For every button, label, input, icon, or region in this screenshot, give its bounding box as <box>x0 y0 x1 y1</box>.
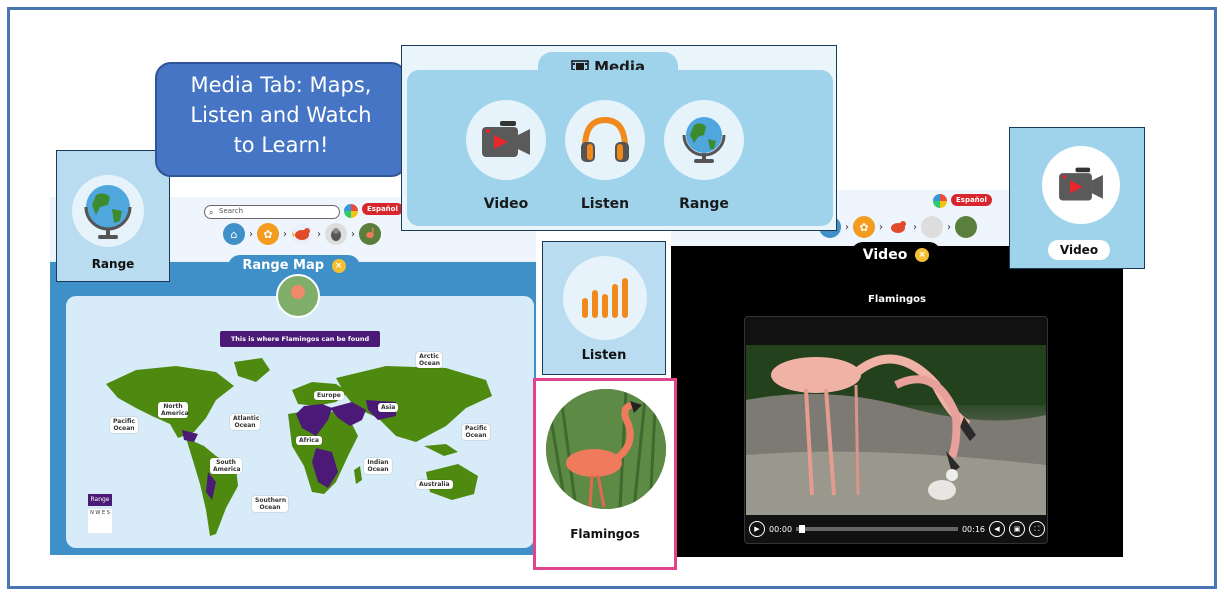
audio-bars-icon <box>563 256 647 340</box>
media-listen-button[interactable]: Listen <box>563 100 647 212</box>
chevron-right-icon: › <box>845 221 849 233</box>
language-button[interactable]: Español <box>951 194 992 206</box>
media-video-label: Video <box>483 196 529 212</box>
time-current: 00:00 <box>769 524 793 534</box>
label-atlantic-ocean: Atlantic Ocean <box>230 414 260 430</box>
chevron-right-icon: › <box>913 221 917 233</box>
media-range-button[interactable]: Range <box>662 100 746 212</box>
picture-in-picture-icon[interactable]: ▣ <box>1009 521 1025 537</box>
range-tile[interactable]: Range <box>56 150 170 282</box>
chevron-right-icon: › <box>351 228 355 240</box>
audio-bar <box>612 284 618 318</box>
label-australia: Australia <box>416 480 453 489</box>
fullscreen-icon[interactable]: ⛶ <box>1029 521 1045 537</box>
compass-letters: N W E S <box>90 510 110 516</box>
chevron-right-icon: › <box>283 228 287 240</box>
chevron-right-icon: › <box>879 221 883 233</box>
audio-bar <box>622 278 628 318</box>
tab-label: Video <box>862 247 908 263</box>
globe-icon <box>664 100 744 180</box>
label-africa: Africa <box>296 436 322 445</box>
home-icon[interactable]: ⌂ <box>223 223 245 245</box>
label-europe: Europe <box>314 391 344 400</box>
bird-category-icon[interactable] <box>887 216 909 238</box>
label-south-america: South America <box>210 458 242 474</box>
progress-bar[interactable] <box>796 525 958 533</box>
label-north-america: North America <box>158 402 189 418</box>
flamingo-avatar <box>276 274 320 318</box>
tab-video[interactable]: Video × <box>851 242 941 268</box>
media-listen-label: Listen <box>580 196 630 212</box>
callout-line-2: Listen and Watch <box>190 103 372 127</box>
tab-label: Range Map <box>242 258 325 273</box>
range-tile-label: Range <box>91 257 135 271</box>
callout-bubble: Media Tab: Maps, Listen and Watch to Lea… <box>155 62 407 177</box>
breadcrumb: ⌂ › ✿ › › › <box>223 223 381 245</box>
animal-thumb-icon[interactable] <box>921 216 943 238</box>
audio-bar <box>592 290 598 318</box>
label-arctic-ocean: Arctic Ocean <box>416 352 442 368</box>
range-banner: This is where Flamingos can be found <box>220 331 380 347</box>
callout-line-3: to Learn! <box>233 133 329 157</box>
audio-bar <box>582 298 588 318</box>
media-popup: Media Video Listen Range <box>401 45 837 231</box>
language-button[interactable]: Español <box>362 203 403 215</box>
video-tile-label: Video <box>1048 240 1110 260</box>
label-pacific-ocean-east: Pacific Ocean <box>462 424 490 440</box>
video-title: Flamingos <box>868 294 926 305</box>
video-camera-icon <box>466 100 546 180</box>
label-indian-ocean: Indian Ocean <box>364 458 392 474</box>
breadcrumb: › ✿ › › › <box>819 216 977 238</box>
search-input[interactable]: ⌕ Search <box>204 205 340 219</box>
listen-tile[interactable]: Listen <box>542 241 666 375</box>
media-range-label: Range <box>679 196 729 212</box>
globe-icon <box>72 175 144 247</box>
profile-avatar[interactable] <box>344 204 358 218</box>
flamingo-thumb-icon[interactable] <box>359 223 381 245</box>
label-pacific-ocean-west: Pacific Ocean <box>110 417 138 433</box>
bird-category-icon[interactable] <box>291 223 313 245</box>
chevron-right-icon: › <box>317 228 321 240</box>
audio-bar <box>602 294 608 318</box>
chevron-right-icon: › <box>249 228 253 240</box>
time-total: 00:16 <box>961 524 985 534</box>
flamingo-thumb-icon[interactable] <box>955 216 977 238</box>
play-icon[interactable]: ▶ <box>749 521 765 537</box>
profile-avatar[interactable] <box>933 194 947 208</box>
flamingo-card-label: Flamingos <box>570 527 640 541</box>
paw-icon[interactable]: ✿ <box>853 216 875 238</box>
video-player[interactable]: ▶ 00:00 00:16 ◀ ▣ ⛶ <box>744 316 1048 544</box>
flamingo-photo <box>546 389 666 509</box>
paw-icon[interactable]: ✿ <box>257 223 279 245</box>
video-tile[interactable]: Video <box>1009 127 1145 269</box>
chevron-right-icon: › <box>947 221 951 233</box>
label-southern-ocean: Southern Ocean <box>252 496 288 512</box>
progress-handle[interactable] <box>799 525 806 533</box>
callout-line-1: Media Tab: Maps, <box>190 73 372 97</box>
video-frame <box>746 345 1046 515</box>
legend-range: Range <box>88 494 112 506</box>
video-controls: ▶ 00:00 00:16 ◀ ▣ ⛶ <box>749 519 1045 539</box>
search-placeholder: Search <box>219 207 244 215</box>
close-icon[interactable]: × <box>331 258 346 273</box>
video-camera-icon <box>1042 146 1120 224</box>
flamingo-card[interactable]: Flamingos <box>533 378 677 570</box>
animal-thumb-icon[interactable] <box>325 223 347 245</box>
close-icon[interactable]: × <box>915 248 930 262</box>
media-video-button[interactable]: Video <box>464 100 548 212</box>
compass-rose: N W E S <box>88 509 112 533</box>
map-legend: Range N W E S <box>88 494 112 536</box>
label-asia: Asia <box>378 403 399 412</box>
headphones-icon <box>565 100 645 180</box>
search-icon: ⌕ <box>209 208 214 217</box>
listen-tile-label: Listen <box>581 348 627 363</box>
volume-icon[interactable]: ◀ <box>989 521 1005 537</box>
